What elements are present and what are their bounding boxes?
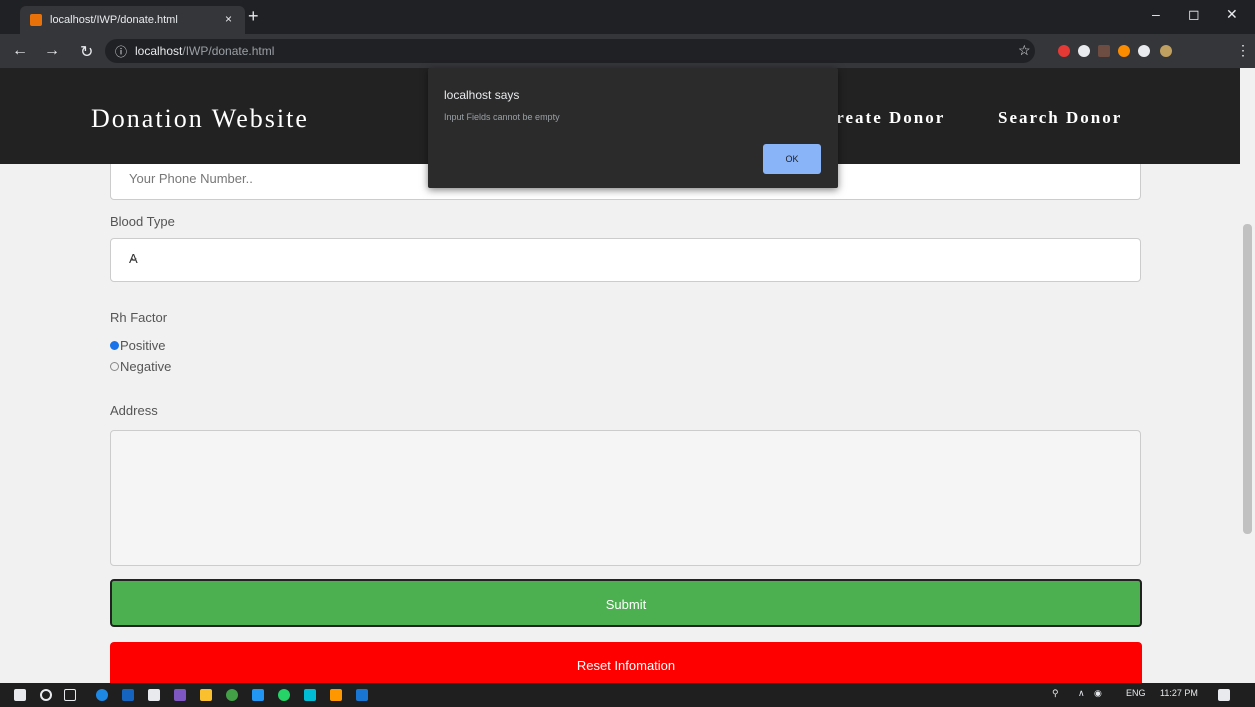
language-indicator[interactable]: ENG xyxy=(1126,688,1146,698)
tray-chevron-icon[interactable]: ∧ xyxy=(1078,688,1085,699)
search-icon[interactable] xyxy=(40,689,52,701)
tab-title: localhost/IWP/donate.html xyxy=(50,14,178,26)
mail-icon[interactable] xyxy=(122,689,134,701)
scrollbar-thumb[interactable] xyxy=(1243,224,1252,534)
nav-search-donor[interactable]: Search Donor xyxy=(998,108,1122,128)
window-close-icon[interactable]: ✕ xyxy=(1226,6,1238,23)
store-icon[interactable] xyxy=(148,689,160,701)
page-scrollbar[interactable] xyxy=(1240,68,1255,683)
alert-dialog: localhost says Input Fields cannot be em… xyxy=(428,68,838,188)
browser-tab-strip: localhost/IWP/donate.html × + – ◻ ✕ xyxy=(0,0,1255,34)
address-label: Address xyxy=(110,403,158,418)
reload-icon[interactable]: ↻ xyxy=(80,42,93,62)
windows-start-icon[interactable] xyxy=(14,689,26,701)
minimize-icon[interactable]: – xyxy=(1152,6,1160,22)
profile-avatar-icon[interactable] xyxy=(1160,45,1172,57)
submit-button[interactable]: Submit xyxy=(110,579,1142,627)
browser-tab[interactable]: localhost/IWP/donate.html × xyxy=(20,6,245,34)
edge-icon[interactable] xyxy=(96,689,108,701)
browser-toolbar: ← → ↻ ⓘ localhost/IWP/donate.html ☆ ⋮ xyxy=(0,34,1255,68)
people-icon[interactable]: ⚲ xyxy=(1052,688,1059,699)
address-textarea[interactable] xyxy=(110,430,1141,566)
whatsapp-icon[interactable] xyxy=(278,689,290,701)
browser-menu-icon[interactable]: ⋮ xyxy=(1236,42,1250,59)
favicon-icon xyxy=(30,14,42,26)
rh-negative-radio[interactable]: Negative xyxy=(110,359,171,374)
blood-type-label: Blood Type xyxy=(110,214,175,229)
site-brand[interactable]: Donation Website xyxy=(91,104,309,134)
nav-create-donor[interactable]: Create Donor xyxy=(822,108,945,128)
reset-button[interactable]: Reset Infomation xyxy=(110,642,1142,683)
file-explorer-icon[interactable] xyxy=(200,689,212,701)
radio-checked-icon[interactable] xyxy=(110,341,119,350)
forward-icon[interactable]: → xyxy=(44,42,60,60)
app-orange-icon[interactable] xyxy=(330,689,342,701)
blood-type-select[interactable]: A ⌄ xyxy=(110,238,1141,282)
vscode-icon[interactable] xyxy=(252,689,264,701)
address-bar[interactable]: ⓘ localhost/IWP/donate.html xyxy=(105,39,1035,63)
dialog-title: localhost says xyxy=(444,88,520,102)
chrome-icon[interactable] xyxy=(226,689,238,701)
network-icon[interactable]: ◉ xyxy=(1094,688,1102,699)
clock[interactable]: 11:27 PM xyxy=(1160,688,1198,698)
radio-unchecked-icon[interactable] xyxy=(110,362,119,371)
dialog-ok-button[interactable]: OK xyxy=(763,144,821,174)
back-icon[interactable]: ← xyxy=(12,42,28,60)
extension-brown-icon[interactable] xyxy=(1098,45,1110,57)
windows-taskbar: ⚲ ∧ ◉ ENG 11:27 PM xyxy=(0,683,1255,707)
chevron-down-icon: ⌄ xyxy=(129,250,140,264)
tab-close-icon[interactable]: × xyxy=(225,12,232,26)
rh-factor-label: Rh Factor xyxy=(110,310,168,325)
extension-white-icon[interactable] xyxy=(1078,45,1090,57)
extension-orange-icon[interactable] xyxy=(1118,45,1130,57)
maximize-icon[interactable]: ◻ xyxy=(1188,6,1200,23)
dialog-message: Input Fields cannot be empty xyxy=(444,112,560,122)
new-tab-icon[interactable]: + xyxy=(248,6,259,27)
app-blue-icon[interactable] xyxy=(356,689,368,701)
bookmark-star-icon[interactable]: ☆ xyxy=(1018,42,1031,59)
rh-positive-radio[interactable]: Positive xyxy=(110,338,166,353)
extensions-puzzle-icon[interactable] xyxy=(1138,45,1150,57)
url-text: localhost/IWP/donate.html xyxy=(135,44,275,58)
app-cyan-icon[interactable] xyxy=(304,689,316,701)
notification-icon[interactable] xyxy=(1218,689,1230,701)
task-view-icon[interactable] xyxy=(64,689,76,701)
extension-red-icon[interactable] xyxy=(1058,45,1070,57)
info-icon[interactable]: ⓘ xyxy=(115,43,127,60)
app-purple-icon[interactable] xyxy=(174,689,186,701)
